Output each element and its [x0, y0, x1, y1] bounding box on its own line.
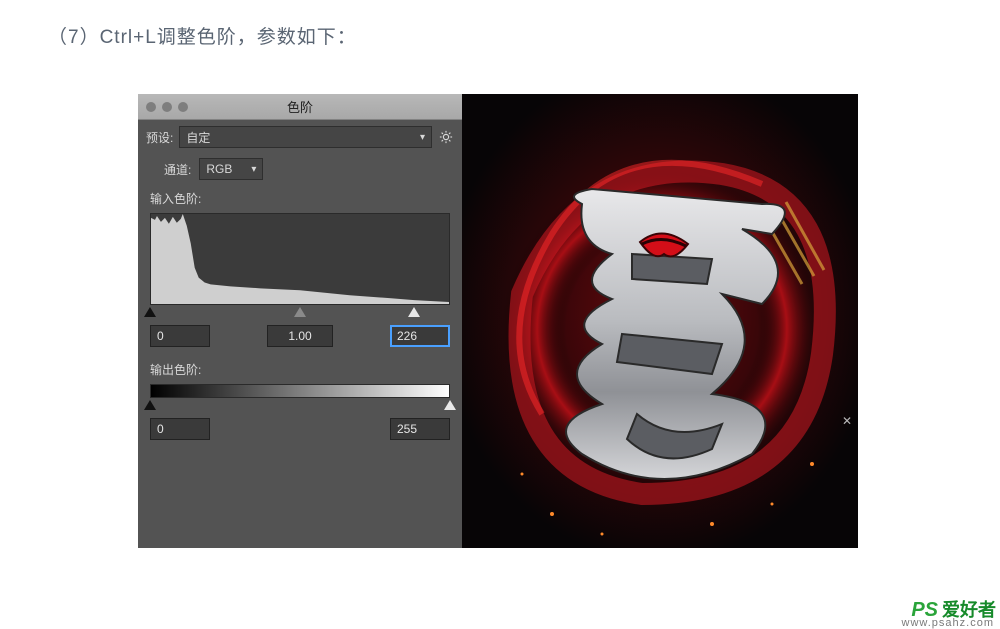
- output-values-row: 0 255: [150, 418, 450, 440]
- input-white-field[interactable]: 226: [390, 325, 450, 347]
- close-icon[interactable]: ✕: [842, 414, 852, 428]
- highlight-slider-handle[interactable]: [408, 307, 420, 317]
- channel-value: RGB: [206, 162, 232, 176]
- output-black-field[interactable]: 0: [150, 418, 210, 440]
- levels-dialog: 色阶 预设: 自定 ▾ 通道: RGB ▾ 输入色阶:: [138, 94, 462, 548]
- chevron-down-icon: ▾: [251, 164, 256, 175]
- preset-label: 预设:: [146, 129, 173, 146]
- output-slider[interactable]: [150, 400, 450, 414]
- artwork-svg: [462, 94, 858, 548]
- result-preview: ✕: [462, 94, 858, 548]
- step-caption: （7）Ctrl+L调整色阶，参数如下：: [48, 22, 357, 49]
- channel-label: 通道:: [164, 161, 191, 178]
- input-values-row: 0 1.00 226: [150, 325, 450, 347]
- histogram[interactable]: [150, 213, 450, 305]
- input-gamma-field[interactable]: 1.00: [267, 325, 333, 347]
- output-white-field[interactable]: 255: [390, 418, 450, 440]
- chevron-down-icon: ▾: [420, 132, 425, 143]
- dialog-body: 预设: 自定 ▾ 通道: RGB ▾ 输入色阶:: [138, 120, 462, 548]
- gear-icon[interactable]: [438, 129, 454, 145]
- output-gradient: [150, 384, 450, 398]
- output-black-handle[interactable]: [144, 400, 156, 410]
- dialog-titlebar: 色阶: [138, 94, 462, 120]
- channel-select[interactable]: RGB ▾: [199, 158, 263, 180]
- tutorial-frame: 色阶 预设: 自定 ▾ 通道: RGB ▾ 输入色阶:: [138, 94, 858, 548]
- shadow-slider-handle[interactable]: [144, 307, 156, 317]
- watermark-url: www.psahz.com: [902, 617, 994, 629]
- preset-value: 自定: [186, 129, 210, 146]
- midtone-slider-handle[interactable]: [294, 307, 306, 317]
- output-levels-label: 输出色阶:: [150, 361, 454, 378]
- preset-select[interactable]: 自定 ▾: [179, 126, 432, 148]
- channel-row: 通道: RGB ▾: [164, 158, 454, 180]
- input-slider[interactable]: [150, 307, 450, 321]
- dialog-title: 色阶: [138, 97, 462, 116]
- input-levels-label: 输入色阶:: [150, 190, 454, 207]
- output-white-handle[interactable]: [444, 400, 456, 410]
- input-black-field[interactable]: 0: [150, 325, 210, 347]
- preset-row: 预设: 自定 ▾: [146, 126, 454, 148]
